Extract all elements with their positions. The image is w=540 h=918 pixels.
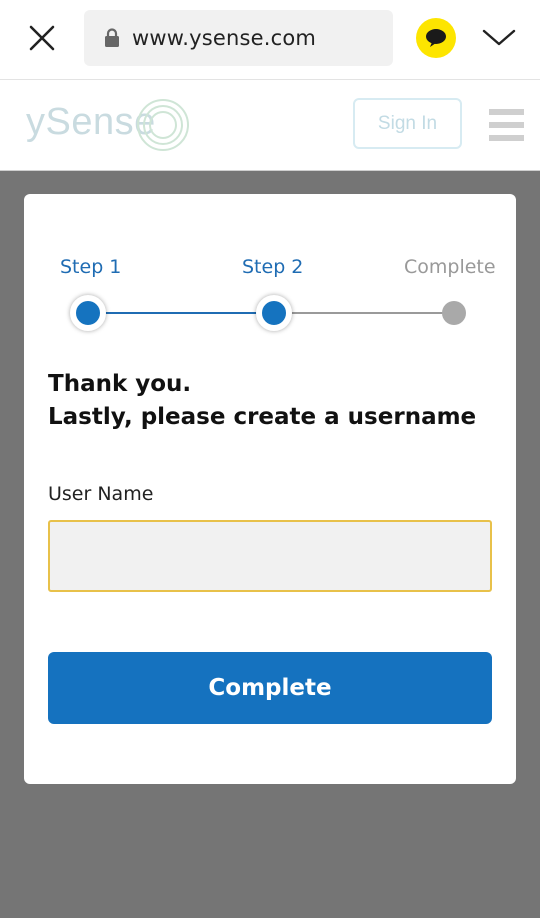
close-tab-button[interactable] [22,18,62,58]
form-heading: Thank you. Lastly, please create a usern… [48,368,476,434]
progress-track-completed [88,312,274,314]
step-1-label: Step 1 [60,256,122,278]
logo-rings-icon [137,99,189,151]
complete-button[interactable]: Complete [48,652,492,724]
sign-in-button[interactable]: Sign In [353,98,462,149]
hamburger-menu-button[interactable] [489,109,524,141]
step-1-dot [70,295,106,331]
browser-toolbar: www.ysense.com [0,0,540,80]
progress-track-pending [274,312,454,314]
heading-line-1: Thank you. [48,371,192,397]
chat-extension-button[interactable] [416,18,456,58]
site-header: ySense Sign In [0,80,540,171]
signup-card: Step 1 Step 2 Complete Thank you. Lastly… [24,194,516,784]
heading-line-2: Lastly, please create a username [48,404,477,430]
expand-menu-button[interactable] [480,24,518,52]
hamburger-icon-bar [489,135,524,141]
close-icon [29,25,55,51]
username-input[interactable] [48,520,492,592]
step-complete-label: Complete [404,256,496,278]
hamburger-icon-bar [489,109,524,115]
url-text: www.ysense.com [132,26,317,50]
speech-bubble-icon [426,29,446,47]
chevron-down-icon [482,29,516,46]
username-label: User Name [48,483,154,505]
hamburger-icon-bar [489,122,524,128]
step-2-dot [256,295,292,331]
step-complete-dot [442,301,466,325]
ysense-logo[interactable]: ySense [26,94,189,156]
step-2-label: Step 2 [242,256,304,278]
lock-icon [105,28,119,47]
address-bar[interactable]: www.ysense.com [84,10,393,66]
